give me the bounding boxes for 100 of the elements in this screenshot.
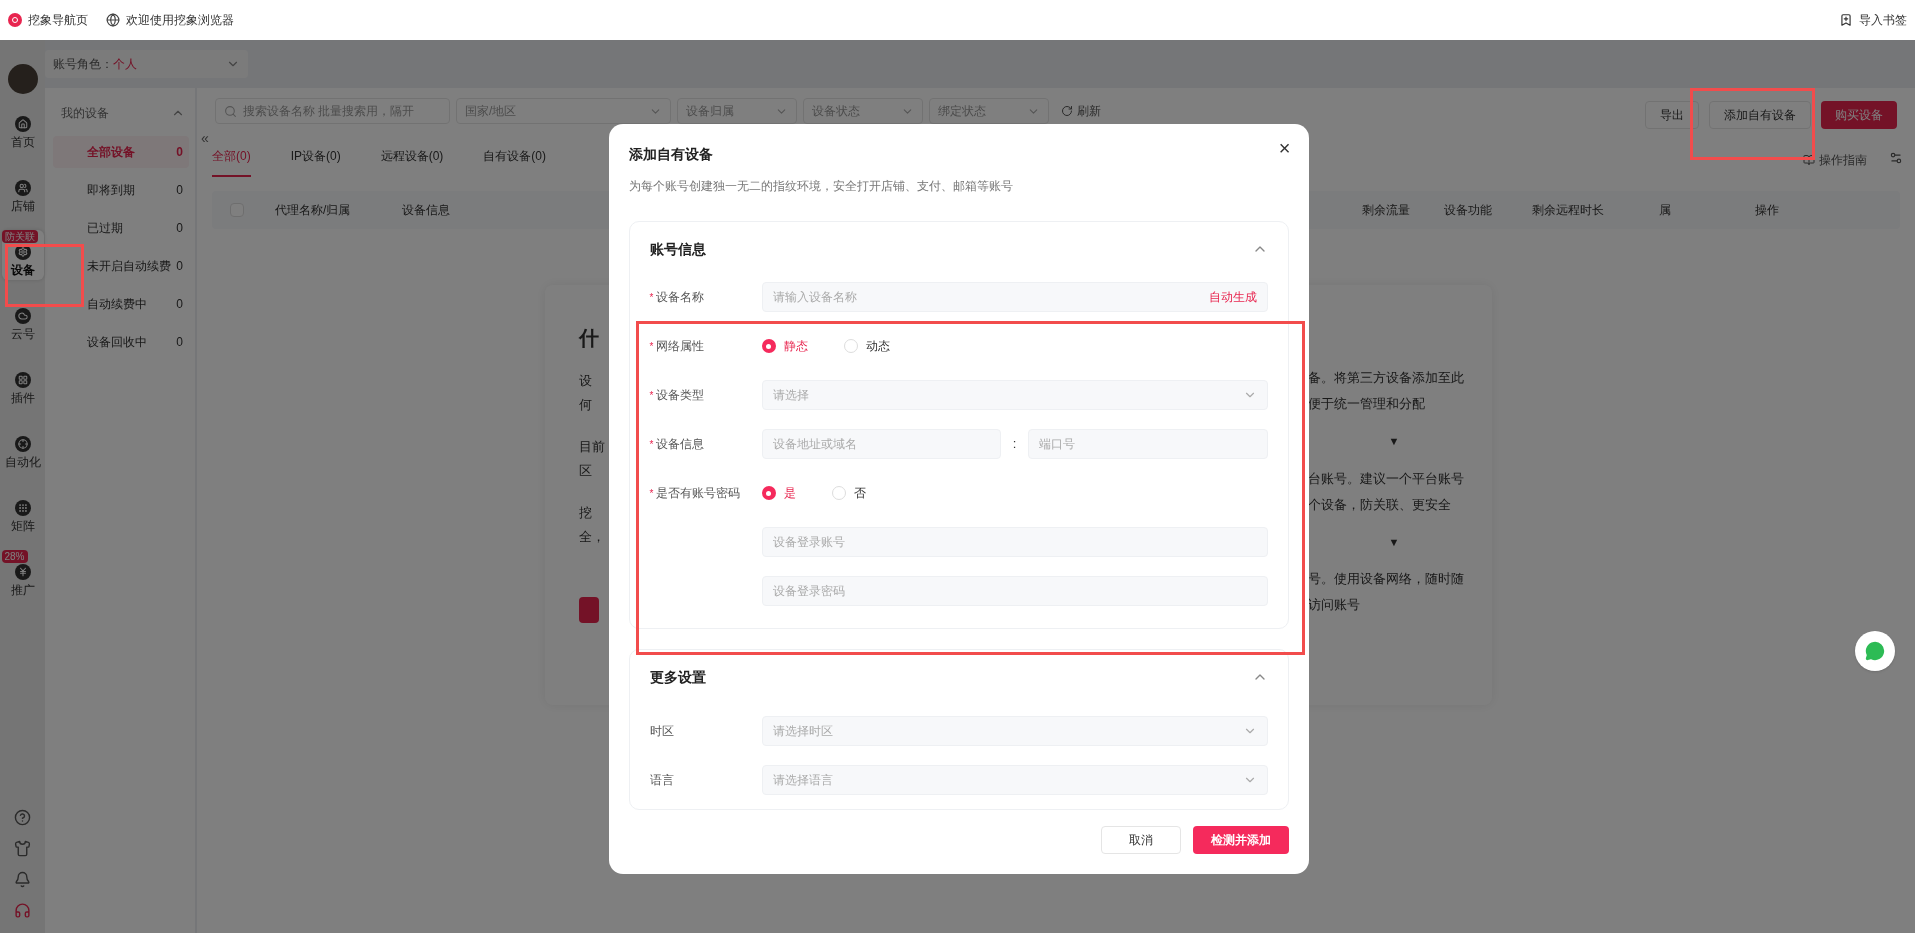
- radio-option[interactable]: 否: [831, 484, 866, 502]
- info-text: 目前: [579, 438, 605, 456]
- required-mark: *: [649, 486, 654, 501]
- sidebar-label: 矩阵: [10, 518, 35, 533]
- radio-button[interactable]: [761, 339, 776, 353]
- section-header[interactable]: 更多设置: [649, 654, 1268, 700]
- target-icon: [14, 435, 31, 452]
- sidebar-item[interactable]: 店铺: [1, 166, 44, 216]
- info-text: 备。将第三方设备添加至此: [1308, 369, 1465, 387]
- refresh-button[interactable]: 刷新: [1055, 98, 1107, 124]
- avatar[interactable]: [7, 64, 38, 94]
- submit-button[interactable]: 检测并添加: [1192, 826, 1289, 854]
- required-mark: *: [649, 388, 654, 403]
- cancel-button[interactable]: 取消: [1100, 826, 1181, 854]
- tab[interactable]: 自有设备(0): [483, 147, 547, 177]
- sidebar-item[interactable]: 矩阵: [1, 486, 44, 536]
- info-text: 号。使用设备网络，随时随: [1308, 570, 1465, 588]
- menu-group-title: 我的设备: [61, 105, 109, 122]
- tab[interactable]: 全部(0): [212, 147, 251, 177]
- menu-item-label: 未开启自动续费: [87, 258, 171, 275]
- home-icon: [14, 115, 31, 132]
- shirt-icon[interactable]: [14, 840, 31, 857]
- info-text: 区: [579, 462, 593, 480]
- guide-link[interactable]: 操作指南: [1803, 151, 1867, 169]
- menu-group-header[interactable]: 我的设备: [53, 104, 189, 122]
- info-text: 全，: [579, 528, 605, 546]
- info-text: 设: [579, 372, 593, 390]
- sidebar-item[interactable]: 自动化: [1, 422, 44, 472]
- toolbar-button[interactable]: 添加自有设备: [1709, 101, 1811, 129]
- input-field[interactable]: 设备登录密码: [761, 576, 1268, 606]
- bell-icon[interactable]: [14, 871, 31, 888]
- field-label: 语言: [649, 772, 674, 789]
- sidebar-label: 设备: [10, 262, 35, 277]
- column-header: 剩余远程时长: [1532, 202, 1604, 219]
- help-icon[interactable]: [14, 809, 31, 826]
- radio-button[interactable]: [761, 486, 776, 500]
- info-text: 个设备，防关联、更安全: [1308, 495, 1452, 514]
- field-label: 设备名称: [656, 289, 705, 306]
- browser-tab[interactable]: 欢迎使用挖象浏览器: [106, 11, 234, 29]
- field-label: 时区: [649, 723, 674, 740]
- tab[interactable]: IP设备(0): [290, 147, 341, 177]
- headset-icon[interactable]: [14, 902, 31, 919]
- logo-icon: [8, 13, 22, 27]
- required-mark: *: [649, 290, 654, 305]
- sidebar-label: 推广: [10, 582, 35, 597]
- browser-tab[interactable]: 挖象导航页: [8, 11, 88, 29]
- settings-icon[interactable]: [1889, 151, 1903, 165]
- info-title: 什: [579, 326, 600, 351]
- cloud-icon: [14, 307, 31, 324]
- radio-option[interactable]: 是: [761, 484, 796, 502]
- toolbar-button[interactable]: 导出: [1645, 101, 1699, 129]
- column-header: 代理名称/归属: [275, 202, 351, 219]
- import-bookmarks-button[interactable]: 导入书签: [1839, 11, 1907, 29]
- sidebar-label: 首页: [10, 134, 35, 149]
- book-icon: [1803, 154, 1815, 166]
- buy-button[interactable]: 购买设备: [1821, 101, 1897, 129]
- menu-item-count: 0: [176, 144, 183, 161]
- input-field[interactable]: 请输入设备名称 自动生成: [761, 282, 1268, 312]
- input-field[interactable]: 端口号: [1028, 429, 1268, 459]
- tab[interactable]: 远程设备(0): [380, 147, 444, 177]
- sidebar-item[interactable]: 28% 推广: [1, 550, 44, 600]
- globe-icon: [106, 13, 120, 27]
- radio-button[interactable]: [831, 486, 846, 500]
- collapse-toggle[interactable]: «: [201, 131, 209, 145]
- menu-item-label: 设备回收中: [87, 334, 147, 351]
- dialog-subtitle: 为每个账号创建独一无二的指纹环境，安全打开店铺、支付、邮箱等账号: [628, 178, 1013, 195]
- dialog-title: 添加自有设备: [628, 145, 713, 164]
- menu-item[interactable]: 即将到期 0: [53, 174, 189, 206]
- sidebar-label: 插件: [10, 390, 35, 405]
- account-role-select[interactable]: 账号角色：个人: [45, 50, 248, 78]
- menu-item[interactable]: 未开启自动续费 0: [53, 250, 189, 282]
- required-mark: *: [649, 339, 654, 354]
- field-label: 网络属性: [656, 338, 705, 355]
- menu-item-count: 0: [176, 296, 183, 313]
- radio-option[interactable]: 静态: [761, 337, 808, 355]
- menu-item[interactable]: 自动续费中 0: [53, 288, 189, 320]
- radio-option[interactable]: 动态: [843, 337, 890, 355]
- sidebar-item[interactable]: 插件: [1, 358, 44, 408]
- menu-item[interactable]: 设备回收中 0: [53, 326, 189, 358]
- input-field[interactable]: 设备登录账号: [761, 527, 1268, 557]
- input-field[interactable]: 设备地址或域名: [761, 429, 1001, 459]
- action-button[interactable]: [579, 597, 599, 623]
- sidebar-item[interactable]: 首页: [1, 102, 44, 152]
- column-header: 剩余流量: [1362, 202, 1410, 219]
- section-header[interactable]: 账号信息: [649, 226, 1268, 272]
- bookmark-icon: [1839, 13, 1853, 27]
- select-field[interactable]: 请选择语言: [761, 765, 1268, 795]
- sidebar-item[interactable]: 云号: [1, 294, 44, 344]
- select-field[interactable]: 请选择时区: [761, 716, 1268, 746]
- menu-item[interactable]: 已过期 0: [53, 212, 189, 244]
- field-label: 设备类型: [656, 387, 705, 404]
- section-title: 更多设置: [649, 667, 706, 687]
- radio-button[interactable]: [843, 339, 858, 353]
- auto-generate-link[interactable]: 自动生成: [1208, 288, 1257, 306]
- users-icon: [14, 179, 31, 196]
- close-button[interactable]: ×: [1278, 138, 1291, 158]
- menu-item-label: 自动续费中: [87, 296, 147, 313]
- chat-icon: [1865, 641, 1885, 661]
- menu-item[interactable]: 全部设备 0: [53, 136, 189, 168]
- select-field[interactable]: 请选择: [761, 380, 1268, 410]
